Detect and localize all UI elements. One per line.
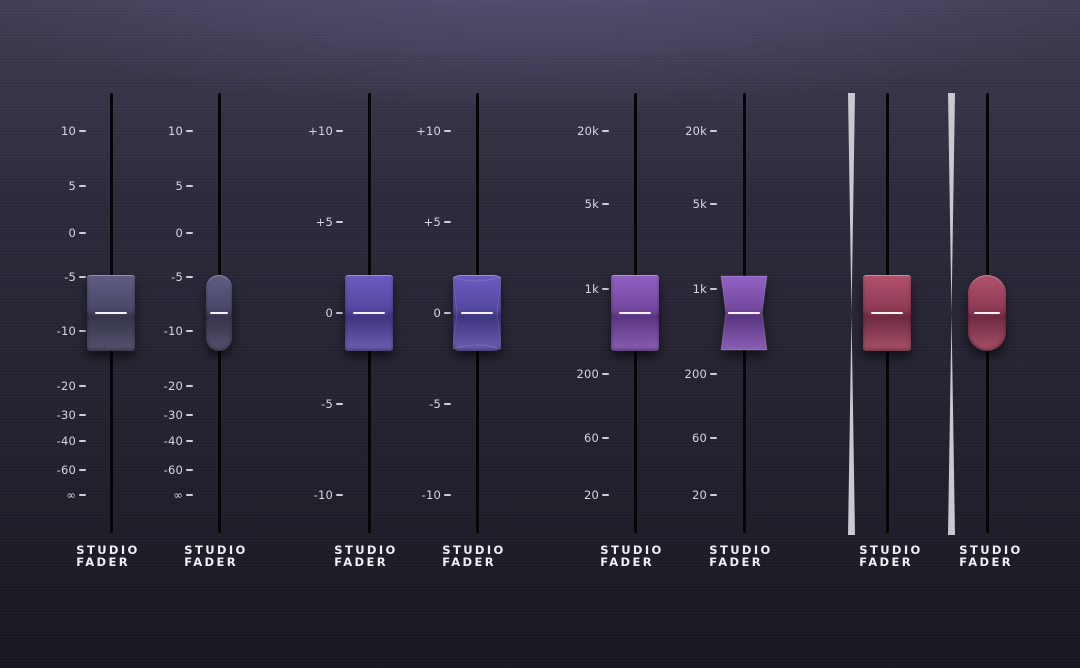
fader-cap[interactable] [453, 275, 501, 351]
scale-tick: -5 [16, 270, 86, 284]
scale-tick: 5k [539, 197, 609, 211]
taper-scale [948, 93, 955, 535]
scale-tick: -30 [16, 408, 86, 422]
fader-label: STUDIO FADER [76, 543, 140, 569]
fader-cap[interactable] [206, 275, 232, 351]
scale-tick: -5 [273, 397, 343, 411]
fader-label: STUDIO FADER [859, 543, 923, 569]
scale-tick: -10 [381, 488, 451, 502]
fader-cap[interactable] [863, 275, 911, 351]
scale-tick: +10 [273, 124, 343, 138]
fader-label: STUDIO FADER [959, 543, 1023, 569]
scale-tick: 1k [647, 282, 717, 296]
scale-tick: 0 [273, 306, 343, 320]
scale-tick: -20 [123, 379, 193, 393]
scale-tick: 5 [123, 179, 193, 193]
scale-tick: -5 [123, 270, 193, 284]
fader-cap[interactable] [87, 275, 135, 351]
scale-tick: 200 [647, 367, 717, 381]
scale-tick: -60 [123, 463, 193, 477]
scale-tick: 10 [16, 124, 86, 138]
scale-tick: -20 [16, 379, 86, 393]
scale-tick: +5 [381, 215, 451, 229]
scale-tick: -10 [16, 324, 86, 338]
scale-tick: 20k [539, 124, 609, 138]
scale-tick: 200 [539, 367, 609, 381]
scale-tick: -10 [123, 324, 193, 338]
fader-label: STUDIO FADER [709, 543, 773, 569]
scale-tick: 60 [539, 431, 609, 445]
scale-tick: -60 [16, 463, 86, 477]
fader-label: STUDIO FADER [184, 543, 248, 569]
scale-tick: ∞ [123, 488, 193, 502]
scale-tick: 20 [647, 488, 717, 502]
scale-tick: 10 [123, 124, 193, 138]
fader-label: STUDIO FADER [442, 543, 506, 569]
fader-cap[interactable] [720, 275, 768, 351]
scale-tick: 60 [647, 431, 717, 445]
scale-tick: 0 [16, 226, 86, 240]
scale-tick: +10 [381, 124, 451, 138]
fader-label: STUDIO FADER [600, 543, 664, 569]
scale-tick: 20 [539, 488, 609, 502]
fader-label: STUDIO FADER [334, 543, 398, 569]
scale-tick: -30 [123, 408, 193, 422]
scale-tick: ∞ [16, 488, 86, 502]
scale-tick: 0 [381, 306, 451, 320]
scale-tick: 20k [647, 124, 717, 138]
scale-tick: -5 [381, 397, 451, 411]
scale-tick: 1k [539, 282, 609, 296]
taper-scale [848, 93, 855, 535]
scale-tick: -40 [123, 434, 193, 448]
fader-cap[interactable] [968, 275, 1006, 351]
scale-tick: 0 [123, 226, 193, 240]
scale-tick: 5 [16, 179, 86, 193]
scale-tick: 5k [647, 197, 717, 211]
fader-panel: 10 5 0 -5 -10 -20 -30 -40 -60 ∞ STUDIO FA… [0, 0, 1080, 668]
scale-tick: +5 [273, 215, 343, 229]
scale-tick: -10 [273, 488, 343, 502]
scale-tick: -40 [16, 434, 86, 448]
